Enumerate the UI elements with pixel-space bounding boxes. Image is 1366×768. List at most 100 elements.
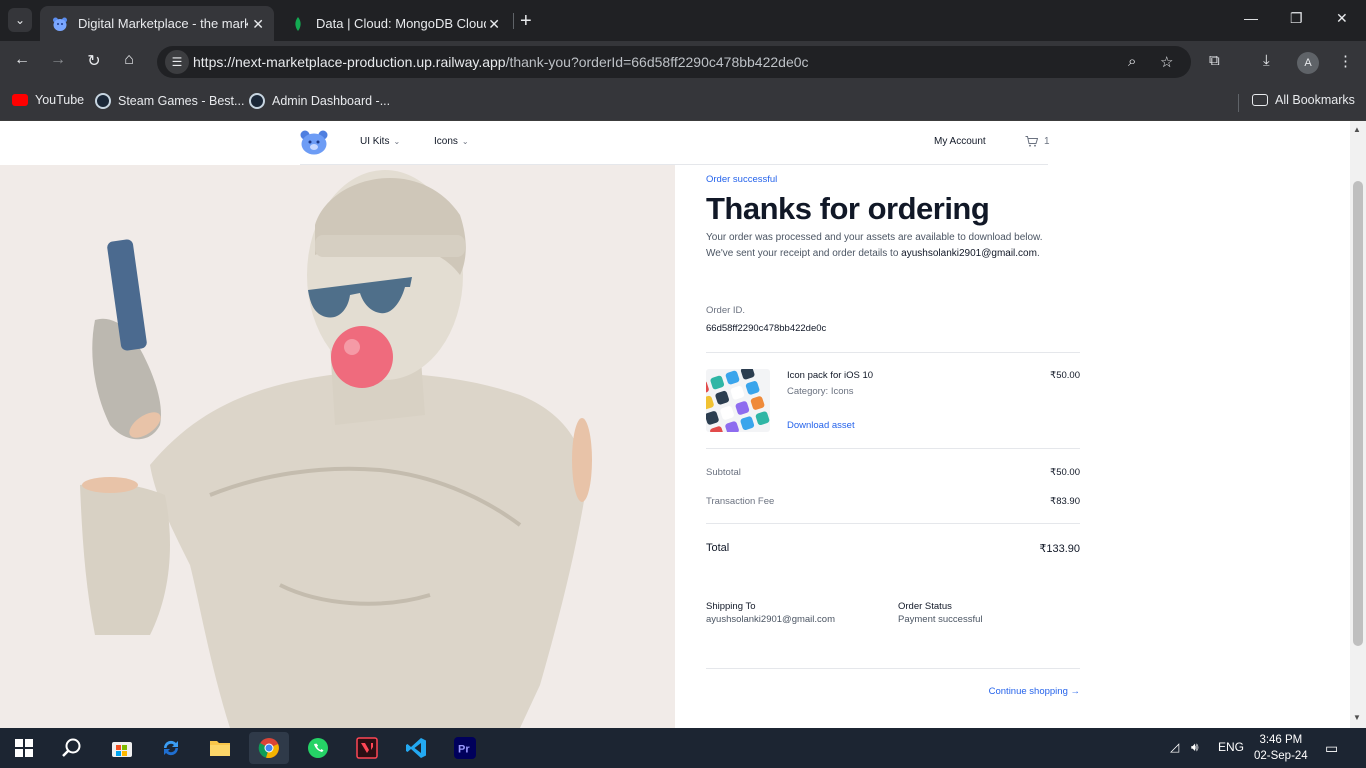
url-text[interactable]: https://next-marketplace-production.up.r… — [193, 54, 809, 70]
nav-icons[interactable]: Icons ⌄ — [434, 136, 469, 147]
new-tab-icon[interactable]: + — [520, 10, 532, 33]
whatsapp-icon[interactable] — [298, 732, 338, 764]
hero-statue-image — [0, 165, 675, 728]
browser-tab-strip: ⌄ Digital Marketplace - the marke ✕ Data… — [0, 0, 1366, 41]
menu-kebab-icon[interactable]: ⋮ — [1338, 52, 1353, 70]
scroll-up-icon[interactable]: ▲ — [1353, 125, 1361, 134]
address-bar[interactable]: ☰ https://next-marketplace-production.up… — [157, 46, 1191, 78]
file-explorer-icon[interactable] — [200, 732, 240, 764]
home-icon[interactable]: ⌂ — [117, 51, 141, 69]
lead-prefix: We've sent your receipt and order detail… — [706, 248, 902, 259]
steam-icon — [95, 93, 111, 109]
nav-icons-label: Icons — [434, 136, 458, 147]
restore-icon[interactable]: ❐ — [1290, 10, 1303, 27]
youtube-icon — [12, 94, 28, 106]
lead-line-1: Your order was processed and your assets… — [706, 232, 1043, 243]
search-icon[interactable] — [52, 732, 92, 764]
mongodb-leaf-icon — [295, 16, 301, 31]
chevron-down-icon: ⌄ — [461, 137, 469, 146]
all-bookmarks[interactable]: All Bookmarks — [1252, 93, 1355, 107]
shipping-to-value: ayushsolanki2901@gmail.com — [706, 614, 835, 625]
zoom-icon[interactable]: ⌕ — [1128, 53, 1136, 70]
svg-text:Pr: Pr — [458, 744, 470, 756]
subtotal-value: ₹50.00 — [1050, 467, 1080, 478]
lead-line-2: We've sent your receipt and order detail… — [706, 246, 1080, 262]
scroll-down-icon[interactable]: ▼ — [1353, 713, 1361, 722]
system-clock[interactable]: 3:46 PM 02-Sep-24 — [1254, 732, 1308, 764]
browser-toolbar: ← → ↻ ⌂ ☰ https://next-marketplace-produ… — [0, 41, 1366, 85]
bookmark-youtube[interactable]: YouTube — [12, 93, 84, 107]
order-id-value: 66d58ff2290c478bb422de0c — [706, 323, 827, 334]
close-icon[interactable]: ✕ — [488, 16, 500, 33]
profile-avatar[interactable]: A — [1297, 52, 1319, 74]
volume-icon[interactable]: 🔊︎ — [1191, 740, 1199, 755]
cart-icon — [1025, 136, 1038, 147]
order-id-label: Order ID. — [706, 305, 746, 316]
total-label: Total — [706, 542, 730, 554]
product-name: Icon pack for iOS 10 — [787, 370, 874, 381]
bookmark-admin[interactable]: Admin Dashboard -... — [249, 93, 390, 109]
total-value: ₹133.90 — [1039, 543, 1080, 555]
language-indicator[interactable]: ENG — [1218, 740, 1244, 754]
bookmark-star-icon[interactable]: ☆ — [1160, 53, 1173, 71]
site-navbar: UI Kits ⌄ Icons ⌄ My Account 1 — [300, 121, 1050, 165]
receipt-email: ayushsolanki2901@gmail.com — [901, 248, 1037, 259]
notification-icon[interactable]: ▭ — [1325, 740, 1338, 757]
continue-shopping-link[interactable]: Continue shopping → — [989, 686, 1080, 697]
divider — [706, 352, 1080, 353]
bear-logo-icon[interactable] — [300, 129, 328, 155]
product-price: ₹50.00 — [1050, 370, 1080, 381]
network-icon[interactable]: ◿ — [1170, 740, 1179, 754]
bookmark-label: YouTube — [35, 93, 85, 107]
windows-start-icon[interactable] — [4, 732, 44, 764]
tab-mongodb[interactable]: Data | Cloud: MongoDB Cloud ✕ — [278, 6, 510, 41]
order-status-label: Order successful — [706, 174, 778, 185]
my-account-link[interactable]: My Account — [934, 136, 986, 147]
scrollbar-thumb[interactable] — [1353, 181, 1363, 646]
minimize-icon[interactable]: — — [1244, 10, 1258, 26]
back-icon[interactable]: ← — [10, 51, 34, 69]
valorant-icon[interactable] — [347, 732, 387, 764]
extensions-icon[interactable]: ⧉ — [1209, 52, 1220, 69]
divider — [706, 523, 1080, 524]
bookmark-steam[interactable]: Steam Games - Best... — [95, 93, 244, 109]
premiere-pro-icon[interactable]: Pr — [445, 732, 485, 764]
order-lead-text: Your order was processed and your assets… — [706, 230, 1080, 262]
bear-logo-icon — [53, 17, 67, 31]
download-asset-link[interactable]: Download asset — [787, 420, 855, 431]
nav-ui-kits[interactable]: UI Kits ⌄ — [360, 136, 400, 147]
bookmark-label: Admin Dashboard -... — [272, 94, 391, 108]
chrome-icon[interactable] — [249, 732, 289, 764]
tab-title: Digital Marketplace - the marke — [78, 16, 248, 31]
reload-icon[interactable]: ↻ — [82, 51, 106, 71]
folder-icon — [1252, 94, 1268, 106]
bookmark-divider — [1238, 94, 1239, 112]
vscode-icon[interactable] — [396, 732, 436, 764]
close-icon[interactable]: ✕ — [252, 16, 264, 33]
forward-icon[interactable]: → — [46, 51, 70, 69]
transaction-fee-value: ₹83.90 — [1050, 496, 1080, 507]
page-scrollbar[interactable]: ▲ ▼ — [1350, 121, 1366, 728]
cart-count: 1 — [1044, 136, 1050, 147]
chevron-down-icon: ⌄ — [14, 13, 26, 27]
divider — [706, 668, 1080, 669]
order-status-heading: Order Status — [898, 601, 952, 612]
divider — [706, 448, 1080, 449]
tab-digital-marketplace[interactable]: Digital Marketplace - the marke ✕ — [40, 6, 274, 41]
product-category: Category: Icons — [787, 386, 854, 397]
page-title: Thanks for ordering — [706, 191, 990, 226]
statue-illustration — [80, 170, 592, 728]
site-settings-icon[interactable]: ☰ — [165, 50, 189, 74]
chevron-down-icon: ⌄ — [393, 137, 401, 146]
download-icon[interactable]: ⤓ — [1263, 52, 1270, 69]
windows-taskbar: Pr ◿ 🔊︎ ENG 3:46 PM 02-Sep-24 ▭ — [0, 728, 1366, 768]
microsoft-store-icon[interactable] — [102, 732, 142, 764]
sync-icon[interactable] — [151, 732, 191, 764]
cart-button[interactable]: 1 — [1025, 136, 1050, 147]
tab-search-button[interactable]: ⌄ — [8, 8, 32, 32]
clock-date: 02-Sep-24 — [1254, 750, 1308, 762]
window-close-icon[interactable]: ✕ — [1336, 10, 1348, 27]
nav-ui-kits-label: UI Kits — [360, 136, 390, 147]
bookmark-label: Steam Games - Best... — [118, 94, 245, 108]
bookmarks-bar: YouTube Steam Games - Best... Admin Dash… — [0, 85, 1366, 121]
